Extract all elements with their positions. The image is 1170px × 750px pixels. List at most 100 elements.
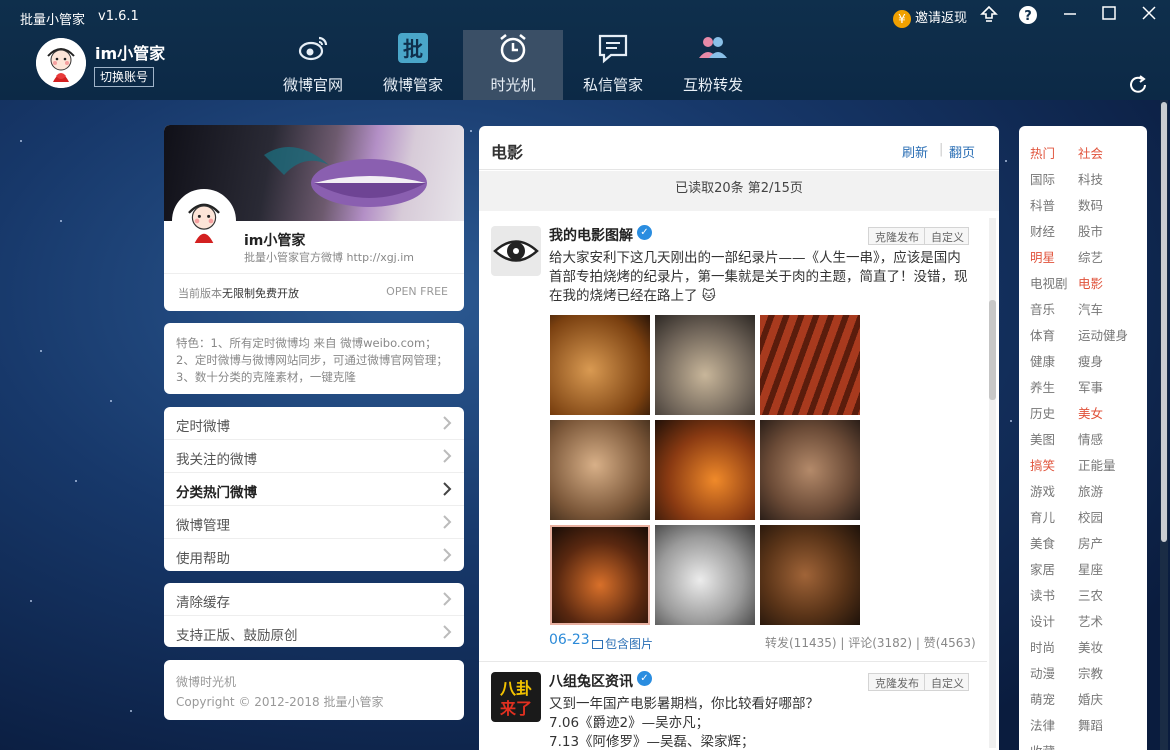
nav-time-machine[interactable]: 时光机 [463, 30, 563, 100]
category-tag[interactable]: 音乐 [1030, 299, 1055, 318]
nav-weibo-official[interactable]: 微博官网 [263, 30, 363, 100]
nav-follow-forward[interactable]: 互粉转发 [663, 30, 763, 100]
category-tag[interactable]: 旅游 [1078, 481, 1103, 500]
category-tag[interactable]: 法律 [1030, 715, 1055, 734]
category-tag[interactable]: 家居 [1030, 559, 1055, 578]
feed-status: 已读取20条 第2/15页 [479, 171, 999, 211]
nav-weibo-manager[interactable]: 批 微博管家 [363, 30, 463, 100]
category-tag[interactable]: 汽车 [1078, 299, 1103, 318]
customize-button[interactable]: 自定义 [931, 675, 964, 691]
category-tag[interactable]: 搞笑 [1030, 455, 1055, 474]
menu-item-scheduled-weibo[interactable]: 定时微博 [164, 407, 464, 440]
category-tag[interactable]: 美食 [1030, 533, 1055, 552]
category-tag[interactable]: 运动健身 [1078, 325, 1128, 344]
minimize-button[interactable] [1058, 5, 1082, 27]
category-tag[interactable]: 历史 [1030, 403, 1055, 422]
menu-item-help[interactable]: 使用帮助 [164, 539, 464, 571]
post-avatar[interactable] [491, 226, 541, 276]
category-tag[interactable]: 情感 [1078, 429, 1103, 448]
post-image[interactable] [760, 315, 860, 415]
category-tag[interactable]: 国际 [1030, 169, 1055, 188]
nav-message-manager[interactable]: 私信管家 [563, 30, 663, 100]
post-date[interactable]: 06-23 [549, 632, 590, 648]
menu-item-hot-categories[interactable]: 分类热门微博 [164, 473, 464, 506]
category-tag[interactable]: 美图 [1030, 429, 1055, 448]
category-tag[interactable]: 电视剧 [1030, 273, 1068, 292]
feed-scrollbar-thumb[interactable] [989, 300, 996, 400]
category-tag[interactable]: 婚庆 [1078, 689, 1103, 708]
category-tag[interactable]: 宗教 [1078, 663, 1103, 682]
help-button[interactable]: ? [1016, 5, 1040, 27]
close-button[interactable] [1137, 5, 1161, 27]
category-tag[interactable]: 美妆 [1078, 637, 1103, 656]
category-tag[interactable]: 电影 [1078, 273, 1103, 292]
category-tag[interactable]: 综艺 [1078, 247, 1103, 266]
user-avatar[interactable] [36, 38, 86, 88]
maximize-button[interactable] [1097, 5, 1121, 27]
category-tag[interactable]: 科技 [1078, 169, 1103, 188]
category-tag[interactable]: 艺术 [1078, 611, 1103, 630]
category-tag[interactable]: 科普 [1030, 195, 1055, 214]
switch-account-button[interactable]: 切换账号 [94, 67, 154, 87]
background-star [20, 140, 22, 142]
category-tag[interactable]: 美女 [1078, 403, 1103, 422]
post-author[interactable]: 八组兔区资讯 [549, 671, 633, 691]
category-tag[interactable]: 育儿 [1030, 507, 1055, 526]
category-tag[interactable]: 校园 [1078, 507, 1103, 526]
feed-post: 八卦 来了 八组兔区资讯 ✓ 克隆发布 自定义 又到一年国产电影暑期档，你比较看… [479, 662, 987, 750]
post-image[interactable] [550, 420, 650, 520]
category-tag[interactable]: 瘦身 [1078, 351, 1103, 370]
post-image[interactable] [550, 315, 650, 415]
customize-button[interactable]: 自定义 [931, 229, 964, 245]
features-card: 特色：1、所有定时微博均 来自 微博weibo.com；2、定时微博与微博网站同… [164, 323, 464, 394]
category-tag[interactable]: 军事 [1078, 377, 1103, 396]
refresh-icon[interactable] [1127, 74, 1149, 96]
feed-refresh-link[interactable]: 刷新 [902, 142, 928, 161]
menu-item-weibo-management[interactable]: 微博管理 [164, 506, 464, 539]
invite-cashback-link[interactable]: ¥ 邀请返现 [893, 7, 967, 28]
post-image[interactable] [550, 525, 650, 625]
clone-publish-button[interactable]: 克隆发布 [875, 229, 919, 245]
category-tag[interactable]: 股市 [1078, 221, 1103, 240]
feed-scrollbar[interactable] [989, 218, 996, 748]
post-image[interactable] [760, 420, 860, 520]
menu-item-followed-weibo[interactable]: 我关注的微博 [164, 440, 464, 473]
category-tag[interactable]: 财经 [1030, 221, 1055, 240]
upload-top-button[interactable] [977, 5, 1001, 27]
profile-avatar[interactable] [172, 189, 236, 253]
menu-item-support-original[interactable]: 支持正版、鼓励原创 [164, 616, 464, 647]
post-author[interactable]: 我的电影图解 [549, 225, 633, 245]
category-tag[interactable]: 数码 [1078, 195, 1103, 214]
category-tag[interactable]: 明星 [1030, 247, 1055, 266]
category-tag[interactable]: 社会 [1078, 143, 1103, 162]
menu-item-clear-cache[interactable]: 清除缓存 [164, 583, 464, 616]
category-tag[interactable]: 设计 [1030, 611, 1055, 630]
category-tag[interactable]: 养生 [1030, 377, 1055, 396]
category-tag[interactable]: 体育 [1030, 325, 1055, 344]
category-tag[interactable]: 游戏 [1030, 481, 1055, 500]
feed-next-page-link[interactable]: 翻页 [949, 142, 975, 161]
post-image[interactable] [655, 315, 755, 415]
profile-card: im小管家 批量小管家官方微博 http://xgj.im 当前版本 无限制免费… [164, 125, 464, 311]
category-tag[interactable]: 房产 [1078, 533, 1103, 552]
category-tag[interactable]: 健康 [1030, 351, 1055, 370]
post-avatar[interactable]: 八卦 来了 [491, 672, 541, 722]
window-scrollbar-thumb[interactable] [1161, 102, 1167, 542]
category-tag[interactable]: 收藏 [1030, 741, 1055, 750]
post-text-line: 又到一年国产电影暑期档，你比较看好哪部？ [549, 696, 819, 712]
clone-publish-button[interactable]: 克隆发布 [875, 675, 919, 691]
button-divider [924, 228, 925, 244]
category-tag[interactable]: 读书 [1030, 585, 1055, 604]
category-tag[interactable]: 正能量 [1078, 455, 1116, 474]
category-tag[interactable]: 时尚 [1030, 637, 1055, 656]
category-tag[interactable]: 热门 [1030, 143, 1055, 162]
category-tag[interactable]: 动漫 [1030, 663, 1055, 682]
category-tag[interactable]: 舞蹈 [1078, 715, 1103, 734]
category-tag[interactable]: 三农 [1078, 585, 1103, 604]
help-icon: ? [1019, 6, 1037, 24]
category-tag[interactable]: 萌宠 [1030, 689, 1055, 708]
post-image[interactable] [655, 525, 755, 625]
post-image[interactable] [655, 420, 755, 520]
post-image[interactable] [760, 525, 860, 625]
category-tag[interactable]: 星座 [1078, 559, 1103, 578]
